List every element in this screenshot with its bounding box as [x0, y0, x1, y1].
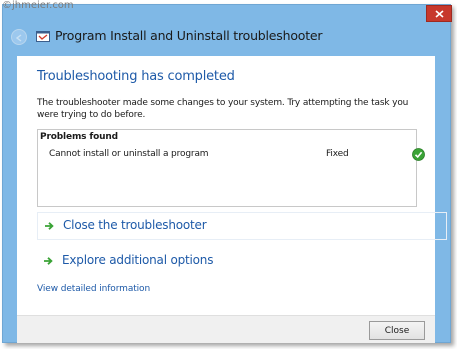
window-close-button[interactable]	[426, 5, 452, 22]
window-header: Program Install and Uninstall troublesho…	[3, 21, 450, 51]
close-troubleshooter-label: Close the troubleshooter	[63, 218, 207, 232]
close-button[interactable]: Close	[369, 321, 425, 340]
description-text: The troubleshooter made some changes to …	[37, 98, 409, 120]
green-arrow-icon	[45, 222, 54, 230]
problem-status: Fixed	[326, 149, 349, 159]
view-details-link[interactable]: View detailed information	[37, 284, 150, 294]
window-title: Program Install and Uninstall troublesho…	[55, 28, 323, 43]
page-title: Troubleshooting has completed	[37, 69, 235, 84]
green-check-icon	[412, 148, 425, 161]
close-troubleshooter-action[interactable]: Close the troubleshooter	[37, 212, 447, 240]
app-icon	[36, 31, 50, 42]
troubleshooter-window: Program Install and Uninstall troublesho…	[2, 4, 452, 343]
footer-bar: Close	[17, 315, 435, 343]
problem-name: Cannot install or uninstall a program	[49, 149, 209, 159]
green-arrow-icon	[44, 257, 53, 265]
watermark: ©jhmeier.com	[2, 0, 74, 11]
back-button[interactable]	[11, 29, 27, 45]
back-arrow-icon	[15, 34, 22, 42]
close-icon	[435, 10, 444, 18]
problems-found-box: Problems found Cannot install or uninsta…	[37, 129, 425, 207]
explore-options-label: Explore additional options	[62, 253, 214, 267]
explore-options-action[interactable]: Explore additional options	[37, 248, 447, 276]
content-panel: Troubleshooting has completed The troubl…	[17, 56, 447, 315]
problems-header: Problems found	[40, 132, 118, 142]
